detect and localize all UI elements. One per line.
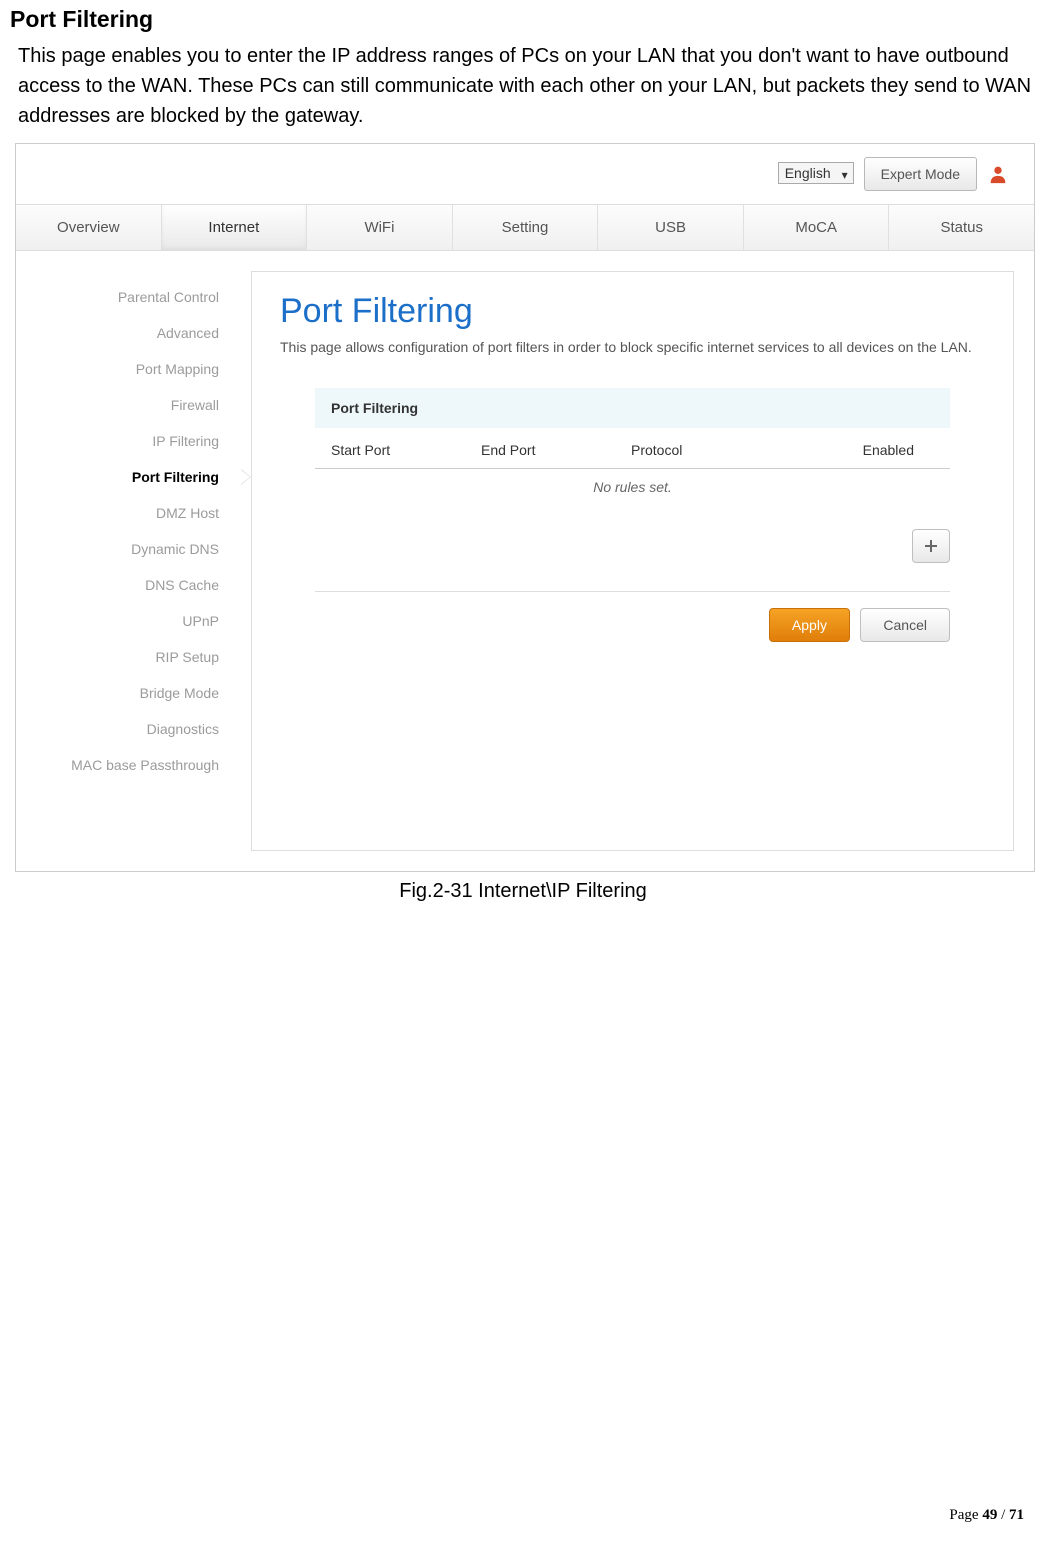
tab-wifi[interactable]: WiFi: [307, 205, 453, 250]
col-header-enabled: Enabled: [851, 442, 934, 458]
sidebar-item-dynamic-dns[interactable]: Dynamic DNS: [16, 531, 241, 567]
page-label-prefix: Page: [949, 1507, 982, 1523]
tab-setting[interactable]: Setting: [453, 205, 599, 250]
sidebar-item-ip-filtering[interactable]: IP Filtering: [16, 423, 241, 459]
main-nav-tabs: Overview Internet WiFi Setting USB MoCA …: [16, 204, 1034, 251]
language-select[interactable]: English: [778, 162, 854, 184]
no-rules-message: No rules set.: [315, 469, 950, 521]
action-row: Apply Cancel: [315, 591, 950, 642]
tab-status[interactable]: Status: [889, 205, 1034, 250]
sidebar-item-firewall[interactable]: Firewall: [16, 387, 241, 423]
figure-caption: Fig.2-31 Internet\IP Filtering: [10, 872, 1036, 911]
sidebar-item-diagnostics[interactable]: Diagnostics: [16, 711, 241, 747]
tab-usb[interactable]: USB: [598, 205, 744, 250]
intro-text: This page enables you to enter the IP ad…: [10, 41, 1036, 143]
user-account-icon[interactable]: [987, 163, 1009, 185]
add-row: [315, 521, 950, 591]
tab-moca[interactable]: MoCA: [744, 205, 890, 250]
router-ui-screenshot: English Expert Mode Overview Internet Wi…: [15, 143, 1035, 872]
col-header-start-port: Start Port: [331, 442, 481, 458]
add-rule-button[interactable]: [912, 529, 950, 563]
sidebar-item-upnp[interactable]: UPnP: [16, 603, 241, 639]
expert-mode-button[interactable]: Expert Mode: [864, 157, 977, 191]
sidebar-item-dmz-host[interactable]: DMZ Host: [16, 495, 241, 531]
page-sep: /: [997, 1507, 1009, 1523]
sidebar-item-rip-setup[interactable]: RIP Setup: [16, 639, 241, 675]
content-panel: Port Filtering This page allows configur…: [251, 271, 1014, 851]
page-current: 49: [982, 1507, 997, 1523]
sidebar-item-advanced[interactable]: Advanced: [16, 315, 241, 351]
plus-icon: [923, 538, 939, 554]
body-region: Parental Control Advanced Port Mapping F…: [16, 251, 1034, 871]
top-bar: English Expert Mode: [16, 144, 1034, 204]
language-select-wrap[interactable]: English: [778, 165, 854, 183]
panel-heading: Port Filtering: [280, 292, 985, 331]
table-header-row: Start Port End Port Protocol Enabled: [315, 428, 950, 469]
tab-overview[interactable]: Overview: [16, 205, 162, 250]
sidebar-item-parental-control[interactable]: Parental Control: [16, 279, 241, 315]
col-header-protocol: Protocol: [631, 442, 851, 458]
sidebar-item-port-filtering[interactable]: Port Filtering: [16, 459, 241, 495]
page-total: 71: [1009, 1507, 1024, 1523]
sidebar-item-dns-cache[interactable]: DNS Cache: [16, 567, 241, 603]
col-header-end-port: End Port: [481, 442, 631, 458]
sidebar: Parental Control Advanced Port Mapping F…: [16, 251, 241, 871]
page-footer: Page 49 / 71: [949, 1507, 1024, 1524]
apply-button[interactable]: Apply: [769, 608, 850, 642]
form-section-title: Port Filtering: [315, 388, 950, 428]
sidebar-item-mac-passthrough[interactable]: MAC base Passthrough: [16, 747, 241, 783]
sidebar-item-port-mapping[interactable]: Port Mapping: [16, 351, 241, 387]
page-title: Port Filtering: [10, 0, 1036, 41]
sidebar-item-bridge-mode[interactable]: Bridge Mode: [16, 675, 241, 711]
tab-internet[interactable]: Internet: [162, 205, 308, 250]
port-filtering-form: Port Filtering Start Port End Port Proto…: [280, 388, 985, 642]
cancel-button[interactable]: Cancel: [860, 608, 950, 642]
panel-description: This page allows configuration of port f…: [280, 337, 985, 358]
